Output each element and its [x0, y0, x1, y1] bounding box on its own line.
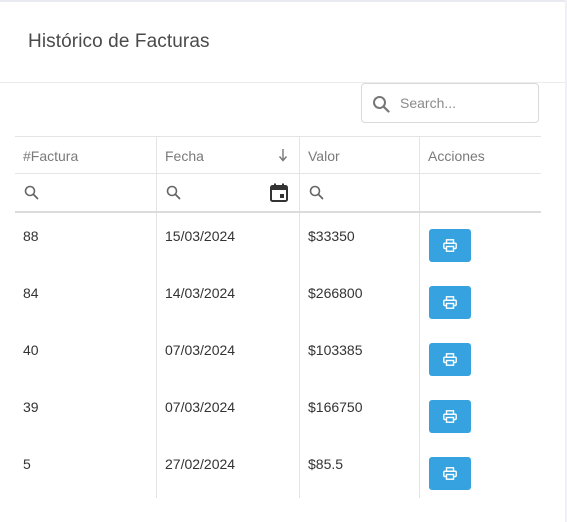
- cell-fecha: 07/03/2024: [156, 327, 299, 384]
- invoice-date: 14/03/2024: [165, 285, 236, 301]
- cell-acciones: [419, 441, 541, 498]
- printer-icon: [443, 239, 457, 252]
- arrow-down-icon[interactable]: [277, 147, 289, 163]
- invoice-number: 5: [23, 456, 31, 472]
- filter-factura[interactable]: [15, 174, 156, 211]
- global-search-box[interactable]: [361, 83, 539, 123]
- print-button[interactable]: [429, 457, 471, 490]
- cell-factura: 39: [15, 384, 156, 441]
- table-row: 40 07/03/2024 $103385: [15, 327, 541, 384]
- cell-valor: $103385: [299, 327, 419, 384]
- cell-acciones: [419, 384, 541, 441]
- invoice-date: 15/03/2024: [165, 228, 236, 244]
- calendar-icon[interactable]: [270, 183, 288, 202]
- column-header-fecha[interactable]: Fecha: [156, 137, 299, 173]
- invoice-table: #Factura Fecha Valor Acciones 88 15/03/2…: [15, 136, 541, 498]
- column-header-label: Valor: [308, 148, 340, 164]
- table-row: 84 14/03/2024 $266800: [15, 270, 541, 327]
- invoice-number: 84: [23, 285, 39, 301]
- invoice-value: $103385: [308, 342, 363, 358]
- table-filter-row: [15, 174, 541, 213]
- filter-acciones: [419, 174, 541, 211]
- invoice-date: 07/03/2024: [165, 342, 236, 358]
- cell-acciones: [419, 270, 541, 327]
- print-button[interactable]: [429, 400, 471, 433]
- table-row: 88 15/03/2024 $33350: [15, 213, 541, 270]
- print-button[interactable]: [429, 343, 471, 376]
- column-header-label: Fecha: [165, 148, 204, 164]
- filter-fecha[interactable]: [156, 174, 299, 211]
- table-row: 39 07/03/2024 $166750: [15, 384, 541, 441]
- invoice-value: $85.5: [308, 456, 344, 472]
- column-header-label: #Factura: [23, 148, 79, 164]
- invoice-value: $166750: [308, 399, 363, 415]
- printer-icon: [443, 353, 457, 366]
- invoice-date: 07/03/2024: [165, 399, 236, 415]
- print-button[interactable]: [429, 286, 471, 319]
- page-title: Histórico de Facturas: [28, 31, 210, 52]
- invoice-number: 39: [23, 399, 39, 415]
- search-icon: [166, 185, 181, 200]
- cell-acciones: [419, 213, 541, 270]
- cell-fecha: 15/03/2024: [156, 213, 299, 270]
- table-header-row: #Factura Fecha Valor Acciones: [15, 136, 541, 174]
- invoice-history-panel: Histórico de Facturas #Factura Fecha Val…: [0, 0, 565, 522]
- column-header-label: Acciones: [428, 148, 485, 164]
- print-button[interactable]: [429, 229, 471, 262]
- panel-header: Histórico de Facturas: [0, 2, 565, 83]
- cell-fecha: 07/03/2024: [156, 384, 299, 441]
- cell-fecha: 27/02/2024: [156, 441, 299, 498]
- filter-valor[interactable]: [299, 174, 419, 211]
- column-header-valor[interactable]: Valor: [299, 137, 419, 173]
- cell-valor: $85.5: [299, 441, 419, 498]
- invoice-number: 88: [23, 228, 39, 244]
- search-icon: [309, 185, 324, 200]
- cell-valor: $166750: [299, 384, 419, 441]
- column-header-factura[interactable]: #Factura: [15, 137, 156, 173]
- column-header-acciones: Acciones: [419, 137, 541, 173]
- cell-fecha: 14/03/2024: [156, 270, 299, 327]
- cell-valor: $266800: [299, 270, 419, 327]
- cell-valor: $33350: [299, 213, 419, 270]
- cell-acciones: [419, 327, 541, 384]
- table-row: 5 27/02/2024 $85.5: [15, 441, 541, 498]
- printer-icon: [443, 410, 457, 423]
- invoice-value: $266800: [308, 285, 363, 301]
- cell-factura: 88: [15, 213, 156, 270]
- search-icon: [373, 96, 390, 113]
- search-input[interactable]: [400, 92, 530, 114]
- cell-factura: 40: [15, 327, 156, 384]
- invoice-date: 27/02/2024: [165, 456, 236, 472]
- printer-icon: [443, 296, 457, 309]
- search-icon: [24, 185, 39, 200]
- printer-icon: [443, 467, 457, 480]
- cell-factura: 5: [15, 441, 156, 498]
- cell-factura: 84: [15, 270, 156, 327]
- invoice-number: 40: [23, 342, 39, 358]
- invoice-value: $33350: [308, 228, 355, 244]
